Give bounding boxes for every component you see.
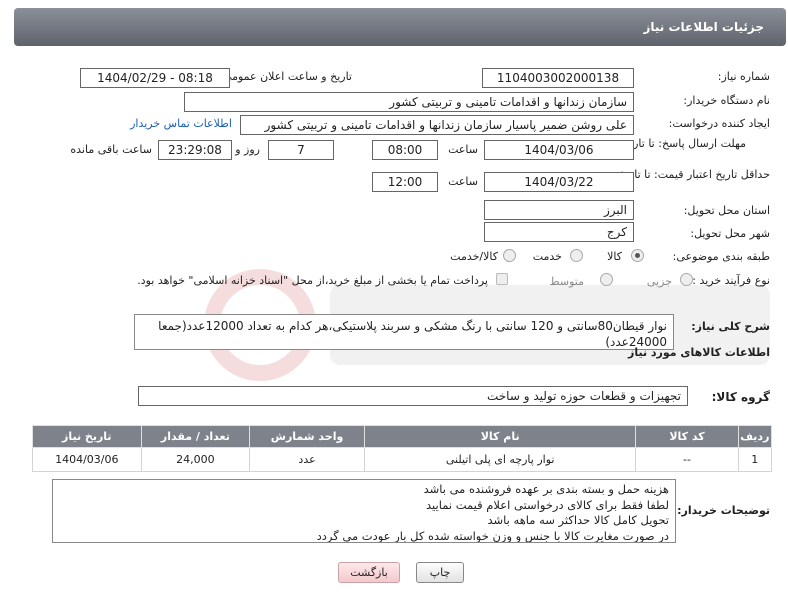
- buyer-note-line: در صورت مغایرت کالا با جنس و وزن خواسته …: [316, 528, 669, 543]
- cell-unit: عدد: [249, 447, 365, 472]
- col-qty: تعداد / مقدار: [140, 425, 251, 448]
- col-row: ردیف: [737, 425, 773, 448]
- category-option-goods-service: کالا/خدمت: [450, 250, 498, 263]
- province-field: البرز: [484, 200, 634, 220]
- description-label: شرح کلی نیاز:: [691, 320, 770, 333]
- cell-date: 1404/03/06: [32, 447, 142, 472]
- goods-section-title: اطلاعات کالاهای مورد نیاز: [628, 346, 770, 359]
- goods-table: ردیف کد کالا نام کالا واحد شمارش تعداد /…: [32, 425, 773, 472]
- purchase-option-minor: جزیی: [646, 275, 672, 288]
- deadline-date-field: 1404/03/06: [484, 140, 634, 160]
- col-name: نام کالا: [363, 425, 637, 448]
- page-title: جزئیات اطلاعات نیاز: [643, 20, 764, 34]
- category-radio-goods[interactable]: [631, 249, 644, 262]
- purchase-type-label: نوع فرآیند خرید :: [692, 274, 770, 287]
- deadline-time-label: ساعت: [448, 143, 478, 156]
- buyer-contact-link[interactable]: اطلاعات تماس خریدار: [130, 117, 232, 130]
- need-number-field: 1104003002000138: [482, 68, 634, 88]
- need-number-label: شماره نیاز:: [717, 70, 770, 83]
- treasury-note: پرداخت تمام یا بخشی از مبلغ خرید،از محل …: [137, 274, 488, 287]
- category-radio-goods-service[interactable]: [503, 249, 516, 262]
- buyer-note-line: تحویل کامل کالا حداکثر سه ماهه باشد: [487, 513, 670, 527]
- buyer-notes-label: توضیحات خریدار:: [677, 504, 770, 517]
- province-label: استان محل تحویل:: [683, 204, 770, 217]
- validity-label: حداقل تاریخ اعتبار قیمت: تا تاریخ:: [615, 168, 770, 181]
- deadline-remaining-field: 23:29:08: [158, 140, 232, 160]
- back-button[interactable]: بازگشت: [338, 562, 400, 583]
- category-radio-service[interactable]: [570, 249, 583, 262]
- category-label: طبقه بندی موضوعی:: [672, 250, 770, 263]
- buyer-org-field: سازمان زندانها و اقدامات تامینی و تربیتی…: [184, 92, 634, 112]
- city-field: کرج: [484, 222, 634, 242]
- validity-time-field: 12:00: [372, 172, 438, 192]
- description-textarea[interactable]: نوار قیطان80سانتی و 120 سانتی با رنگ مشک…: [134, 314, 674, 350]
- category-option-goods: کالا: [607, 250, 622, 263]
- buyer-note-line: هزینه حمل و بسته بندی بر عهده فروشنده می…: [423, 482, 669, 496]
- deadline-days-field: 7: [268, 140, 334, 160]
- validity-time-label: ساعت: [448, 175, 478, 188]
- print-button[interactable]: چاپ: [416, 562, 464, 583]
- buyer-org-label: نام دستگاه خریدار:: [683, 94, 770, 107]
- creator-label: ایجاد کننده درخواست:: [668, 117, 770, 130]
- category-option-service: خدمت: [532, 250, 562, 263]
- col-date: تاریخ نیاز: [32, 425, 142, 448]
- purchase-radio-medium[interactable]: [600, 273, 613, 286]
- city-label: شهر محل تحویل:: [690, 227, 770, 240]
- purchase-option-medium: متوسط: [549, 275, 584, 288]
- col-code: کد کالا: [635, 425, 739, 448]
- purchase-radio-minor[interactable]: [680, 273, 693, 286]
- cell-qty: 24,000: [140, 447, 251, 472]
- creator-field: علی روشن ضمیر پاسیار سازمان زندانها و اق…: [240, 115, 634, 135]
- cell-code: --: [635, 447, 739, 472]
- deadline-remaining-label: ساعت باقی مانده: [70, 143, 152, 156]
- buyer-notes-textarea[interactable]: هزینه حمل و بسته بندی بر عهده فروشنده می…: [52, 479, 676, 543]
- cell-name: نوار پارچه ای پلی اتیلنی: [363, 447, 637, 472]
- buyer-note-line: لطفا فقط برای کالای درخواستی اعلام قیمت …: [426, 497, 669, 512]
- deadline-days-label: روز و: [235, 143, 260, 156]
- deadline-time-field: 08:00: [372, 140, 438, 160]
- treasury-checkbox[interactable]: [496, 273, 508, 285]
- announce-label: تاریخ و ساعت اعلان عمومی:: [219, 70, 352, 83]
- deadline-label: مهلت ارسال پاسخ: تا تاریخ:: [619, 137, 746, 150]
- goods-table-header: ردیف کد کالا نام کالا واحد شمارش تعداد /…: [32, 425, 773, 448]
- col-unit: واحد شمارش: [249, 425, 365, 448]
- goods-group-label: گروه کالا:: [711, 390, 770, 404]
- goods-group-field: تجهیزات و قطعات حوزه تولید و ساخت: [138, 386, 688, 406]
- validity-date-field: 1404/03/22: [484, 172, 634, 192]
- cell-row: 1: [737, 447, 773, 472]
- page-header: جزئیات اطلاعات نیاز: [14, 8, 786, 46]
- table-row: 1 -- نوار پارچه ای پلی اتیلنی عدد 24,000…: [32, 447, 773, 472]
- announce-field: 1404/02/29 - 08:18: [80, 68, 230, 88]
